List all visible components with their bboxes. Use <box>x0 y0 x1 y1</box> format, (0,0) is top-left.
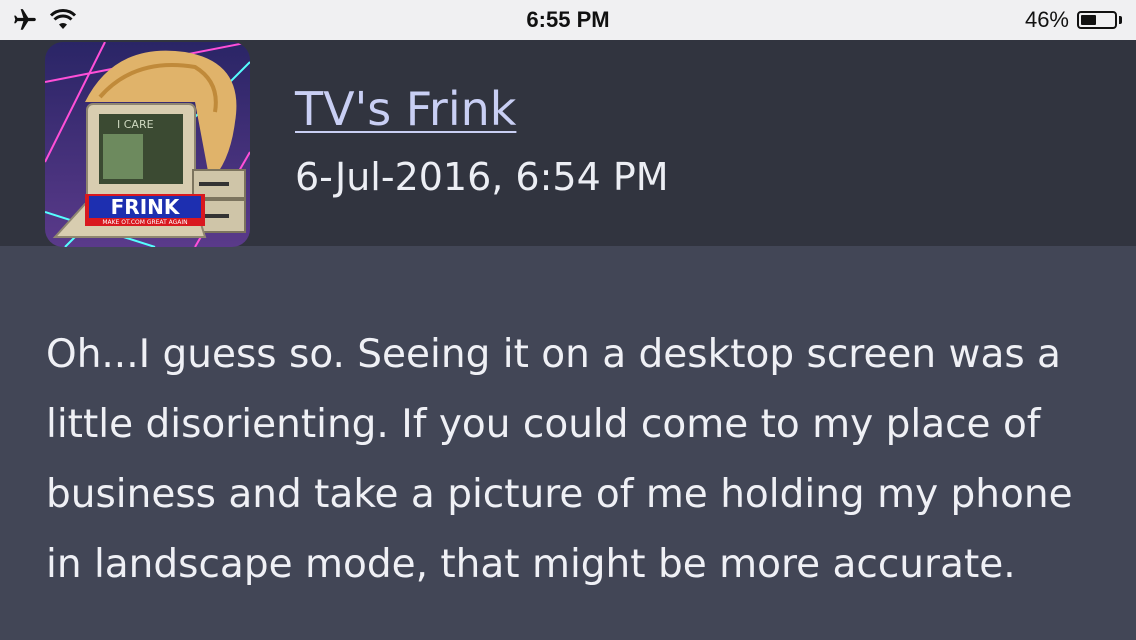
author-name-link[interactable]: TV's Frink <box>295 82 516 136</box>
post-header: I CARE FRINK MAKE OT.COM GREAT AGAIN TV'… <box>0 40 1136 247</box>
avatar-banner-subtext: MAKE OT.COM GREAT AGAIN <box>102 219 187 226</box>
status-bar: 6:55 PM 46% <box>0 0 1136 40</box>
author-avatar[interactable]: I CARE FRINK MAKE OT.COM GREAT AGAIN <box>45 42 250 247</box>
status-right: 46% <box>1025 7 1122 33</box>
post-body-text: Oh...I guess so. Seeing it on a desktop … <box>46 332 1073 587</box>
avatar-image: I CARE FRINK MAKE OT.COM GREAT AGAIN <box>45 42 250 247</box>
battery-icon <box>1077 11 1117 29</box>
status-time: 6:55 PM <box>526 7 610 32</box>
battery-percent: 46% <box>1024 7 1069 32</box>
battery-fill <box>1081 15 1096 25</box>
battery-tip <box>1119 16 1122 24</box>
avatar-screen-text: I CARE <box>117 118 154 131</box>
avatar-banner-text: FRINK <box>111 195 181 219</box>
post-date: 6-Jul-2016, 6:54 PM <box>295 155 669 199</box>
post-body: Oh...I guess so. Seeing it on a desktop … <box>46 320 1106 600</box>
